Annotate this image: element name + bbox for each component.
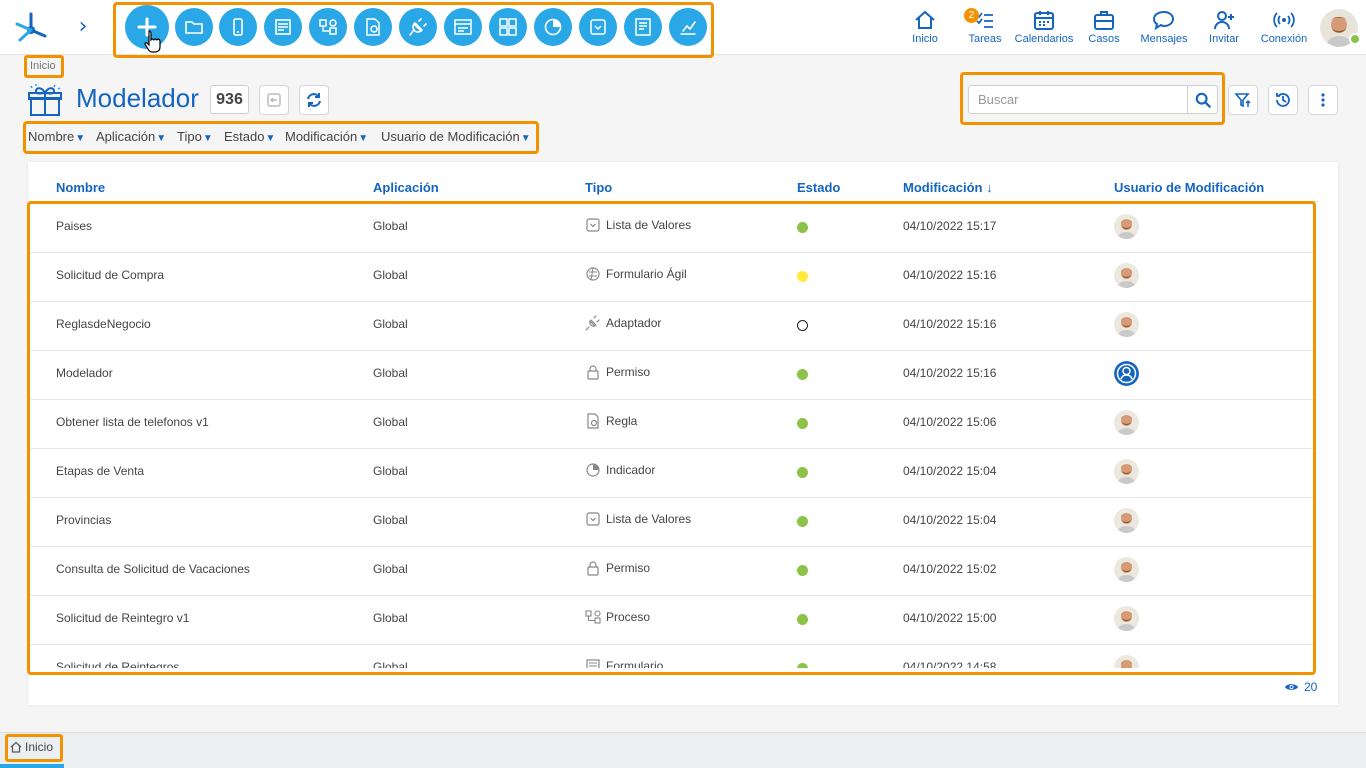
folder-button[interactable] xyxy=(175,8,213,46)
report-icon xyxy=(635,18,651,36)
visible-count: 20 xyxy=(1284,680,1317,694)
page-title: Modelador xyxy=(76,83,199,113)
bottom-tab-bar xyxy=(0,732,1366,768)
briefcase-icon xyxy=(1094,11,1114,30)
page-icon xyxy=(454,19,472,35)
search-button[interactable] xyxy=(1188,85,1218,114)
filter-modificacion[interactable]: Modificación▼ xyxy=(285,129,368,144)
process-button[interactable] xyxy=(309,8,347,46)
rows-highlight xyxy=(27,201,1316,675)
column-header-nombre[interactable]: Nombre xyxy=(56,180,105,195)
process-icon xyxy=(319,19,337,35)
mobile-button[interactable] xyxy=(219,8,257,46)
connection-icon xyxy=(1273,12,1295,28)
chevron-down-icon: ▼ xyxy=(156,133,167,144)
import-icon xyxy=(267,93,281,107)
nav-home[interactable]: Inicio xyxy=(904,9,946,49)
column-header-estado[interactable]: Estado xyxy=(797,180,840,195)
chevron-right-icon[interactable]: › xyxy=(72,14,94,40)
nav-cases-label: Casos xyxy=(1088,33,1120,45)
filter-estado[interactable]: Estado▼ xyxy=(224,129,275,144)
page-button[interactable] xyxy=(444,8,482,46)
filter-usuario-modificacion[interactable]: Usuario de Modificación▼ xyxy=(381,129,531,144)
dashboard-button[interactable] xyxy=(489,8,527,46)
form-button[interactable] xyxy=(264,8,302,46)
chevron-down-icon: ▼ xyxy=(358,133,369,144)
sort-arrow-down-icon: ↓ xyxy=(986,180,993,195)
chevron-down-icon: ▼ xyxy=(520,133,531,144)
more-vertical-icon xyxy=(1321,93,1325,107)
invite-icon xyxy=(1214,11,1234,30)
search-icon xyxy=(1195,92,1211,108)
search-input[interactable] xyxy=(968,85,1188,114)
mobile-icon xyxy=(233,18,243,36)
folder-icon xyxy=(185,21,203,34)
chevron-down-icon: ▼ xyxy=(75,133,86,144)
home-icon xyxy=(10,741,22,753)
refresh-button[interactable] xyxy=(299,85,329,115)
history-icon xyxy=(1276,93,1290,107)
refresh-icon xyxy=(307,93,321,107)
column-header-usuario-modificacion[interactable]: Usuario de Modificación xyxy=(1114,180,1264,195)
hand-cursor-icon xyxy=(144,30,161,53)
nav-tasks-label: Tareas xyxy=(968,33,1002,45)
home-icon xyxy=(915,10,935,29)
filter-aplicacion[interactable]: Aplicación▼ xyxy=(96,129,166,144)
list-values-icon xyxy=(590,19,606,35)
nav-connection[interactable]: Conexión xyxy=(1259,9,1309,49)
item-count-badge: 936 xyxy=(210,85,249,114)
report-button[interactable] xyxy=(624,8,662,46)
column-header-modificacion[interactable]: Modificación ↓ xyxy=(903,180,993,195)
eye-icon xyxy=(1284,684,1299,690)
nav-calendars[interactable]: Calendarios xyxy=(1014,9,1074,49)
filter-icon xyxy=(1234,93,1251,108)
nav-connection-label: Conexión xyxy=(1260,33,1308,45)
app-logo-icon[interactable] xyxy=(12,8,50,46)
filter-button[interactable] xyxy=(1228,85,1258,115)
filter-tipo[interactable]: Tipo▼ xyxy=(177,129,213,144)
message-icon xyxy=(1152,10,1175,31)
more-options-button[interactable] xyxy=(1308,85,1338,115)
modeler-gift-icon xyxy=(28,84,62,116)
history-button[interactable] xyxy=(1268,85,1298,115)
nav-calendars-label: Calendarios xyxy=(1014,33,1074,45)
tab-inicio[interactable]: Inicio xyxy=(10,740,53,754)
nav-home-label: Inicio xyxy=(912,33,938,45)
nav-invite[interactable]: Invitar xyxy=(1204,9,1244,49)
adapter-button[interactable] xyxy=(399,8,437,46)
nav-invite-label: Invitar xyxy=(1209,33,1239,45)
nav-messages[interactable]: Mensajes xyxy=(1138,9,1190,49)
indicator-icon xyxy=(544,18,562,36)
chevron-down-icon: ▼ xyxy=(202,133,213,144)
list-values-button[interactable] xyxy=(579,8,617,46)
chart-button[interactable] xyxy=(669,8,707,46)
chevron-down-icon: ▼ xyxy=(265,133,276,144)
filter-nombre[interactable]: Nombre▼ xyxy=(28,129,85,144)
calendar-icon xyxy=(1034,11,1054,30)
chart-icon xyxy=(680,21,696,35)
online-status-dot xyxy=(1349,33,1361,45)
rule-button[interactable] xyxy=(354,8,392,46)
import-button[interactable] xyxy=(259,85,289,115)
adapter-icon xyxy=(409,18,427,36)
tasks-badge: 2 xyxy=(964,8,979,23)
column-header-aplicacion[interactable]: Aplicación xyxy=(373,180,439,195)
active-tab-indicator xyxy=(0,764,64,768)
breadcrumb[interactable]: Inicio xyxy=(30,60,56,72)
indicator-button[interactable] xyxy=(534,8,572,46)
nav-messages-label: Mensajes xyxy=(1140,33,1188,45)
column-header-tipo[interactable]: Tipo xyxy=(585,180,612,195)
form-icon xyxy=(275,19,291,35)
rule-icon xyxy=(366,18,380,36)
dashboard-icon xyxy=(499,18,517,36)
nav-cases[interactable]: Casos xyxy=(1084,9,1124,49)
